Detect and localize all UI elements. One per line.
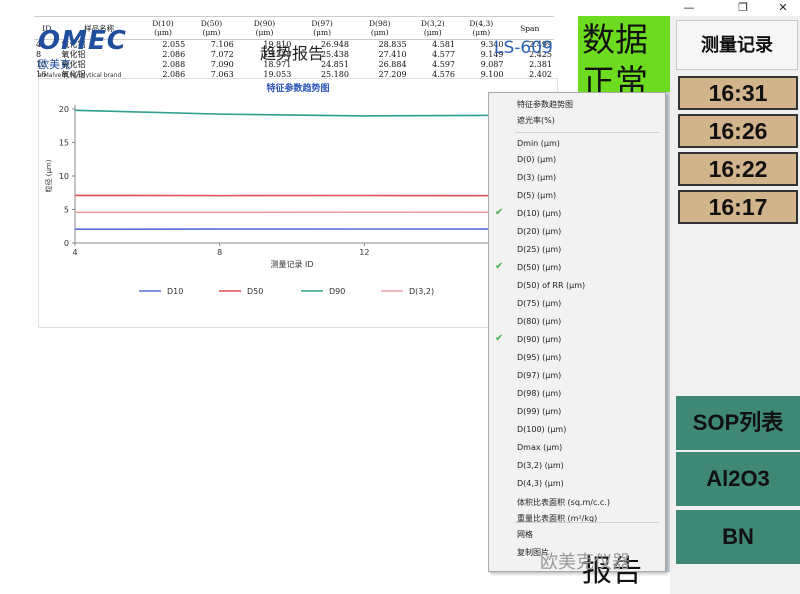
watermark: 欧美克仪器	[540, 552, 630, 573]
context-menu-item[interactable]: D(4,3) (μm)	[517, 479, 564, 488]
x-tick-label: 12	[359, 248, 369, 257]
chart-context-menu: 特征参数趋势图 遮光率(%) Dmin (μm) D(0) (μm) D(3) (μm)…	[488, 92, 666, 572]
legend-label: D10	[167, 287, 183, 296]
report-panel: OMEC 欧美克 a Malvern Panalytical brand 趋势报…	[34, 16, 558, 594]
status-line-1: 数据	[582, 20, 648, 59]
context-menu-item[interactable]: 特征参数趋势图	[517, 99, 573, 110]
sop-bn-button[interactable]: BN	[676, 510, 800, 564]
context-menu-item[interactable]: 遮光率(%)	[517, 115, 555, 126]
chart-title: 特征参数趋势图	[266, 82, 329, 94]
sop-list-button[interactable]: SOP列表	[676, 396, 800, 450]
check-icon: ✔	[495, 261, 504, 272]
context-menu-item[interactable]: D(0) (μm)	[517, 155, 556, 164]
menu-separator	[515, 132, 659, 133]
record-item[interactable]: 16:22	[678, 152, 798, 186]
context-menu-item[interactable]: D(98) (μm)	[517, 389, 561, 398]
context-menu-item[interactable]: D(50) (μm)	[517, 263, 561, 272]
y-tick-label: 15	[59, 139, 69, 148]
context-menu-item[interactable]: D(90) (μm)	[517, 335, 561, 344]
y-axis-label: 粒径 (μm)	[44, 159, 53, 192]
trend-chart-svg: 特征参数趋势图 0 5 10 15 20 4 8 12 测量记录 ID 粒径 (μm) D10 D50 D…	[44, 82, 510, 296]
check-icon: ✔	[495, 333, 504, 344]
x-tick-label: 4	[72, 248, 77, 257]
context-menu-item[interactable]: D(3,2) (μm)	[517, 461, 564, 470]
context-menu-item[interactable]: D(3) (μm)	[517, 173, 556, 182]
context-menu-item[interactable]: D(50) of RR (μm)	[517, 281, 585, 290]
legend-label: D(3,2)	[409, 287, 434, 296]
context-menu-item[interactable]: D(20) (μm)	[517, 227, 561, 236]
omec-logo: OMEC 欧美克 a Malvern Panalytical brand	[38, 26, 127, 79]
instrument-model: LS-609	[494, 38, 553, 58]
record-item[interactable]: 16:31	[678, 76, 798, 110]
x-axis-label: 测量记录 ID	[270, 260, 313, 269]
close-button[interactable]: ✕	[768, 0, 798, 16]
logo-cn: 欧美克	[38, 58, 71, 71]
context-menu-item[interactable]: D(75) (μm)	[517, 299, 561, 308]
context-menu-item[interactable]: D(99) (μm)	[517, 407, 561, 416]
x-tick-label: 8	[217, 248, 222, 257]
legend-label: D50	[247, 287, 263, 296]
report-header: OMEC 欧美克 a Malvern Panalytical brand 趋势报…	[34, 16, 558, 79]
window-titlebar: — ❐ ✕	[0, 0, 800, 16]
context-menu-item[interactable]: 体积比表面积 (sq.m/c.c.)	[517, 497, 610, 508]
trend-chart[interactable]: 特征参数趋势图 0 5 10 15 20 4 8 12 测量记录 ID 粒径 (μm) D10 D50 D…	[38, 78, 558, 328]
context-menu-item[interactable]: D(10) (μm)	[517, 209, 561, 218]
menu-separator	[515, 522, 659, 523]
context-menu-item[interactable]: 网格	[517, 529, 533, 540]
sop-al2o3-button[interactable]: Al2O3	[676, 452, 800, 506]
maximize-button[interactable]: ❐	[728, 0, 758, 16]
record-item[interactable]: 16:26	[678, 114, 798, 148]
context-menu-item[interactable]: D(25) (μm)	[517, 245, 561, 254]
context-menu-item[interactable]: D(97) (μm)	[517, 371, 561, 380]
y-tick-label: 5	[64, 206, 69, 215]
series-line-D90	[74, 109, 510, 117]
y-tick-label: 20	[59, 105, 69, 114]
logo-text: OMEC	[38, 26, 127, 56]
record-item[interactable]: 16:17	[678, 190, 798, 224]
check-icon: ✔	[495, 207, 504, 218]
y-tick-label: 0	[64, 239, 69, 248]
context-menu-item[interactable]: Dmin (μm)	[517, 139, 560, 148]
report-title: 趋势报告	[260, 44, 325, 63]
context-menu-item[interactable]: D(95) (μm)	[517, 353, 561, 362]
context-menu-item[interactable]: D(5) (μm)	[517, 191, 556, 200]
minimize-button[interactable]: —	[674, 0, 704, 16]
data-status-indicator: 数据 正常	[578, 16, 670, 101]
context-menu-item[interactable]: D(100) (μm)	[517, 425, 566, 434]
legend-label: D90	[329, 287, 345, 296]
records-header: 测量记录	[676, 20, 798, 70]
context-menu-item[interactable]: D(80) (μm)	[517, 317, 561, 326]
y-tick-label: 10	[59, 172, 69, 181]
context-menu-item[interactable]: Dmax (μm)	[517, 443, 562, 452]
